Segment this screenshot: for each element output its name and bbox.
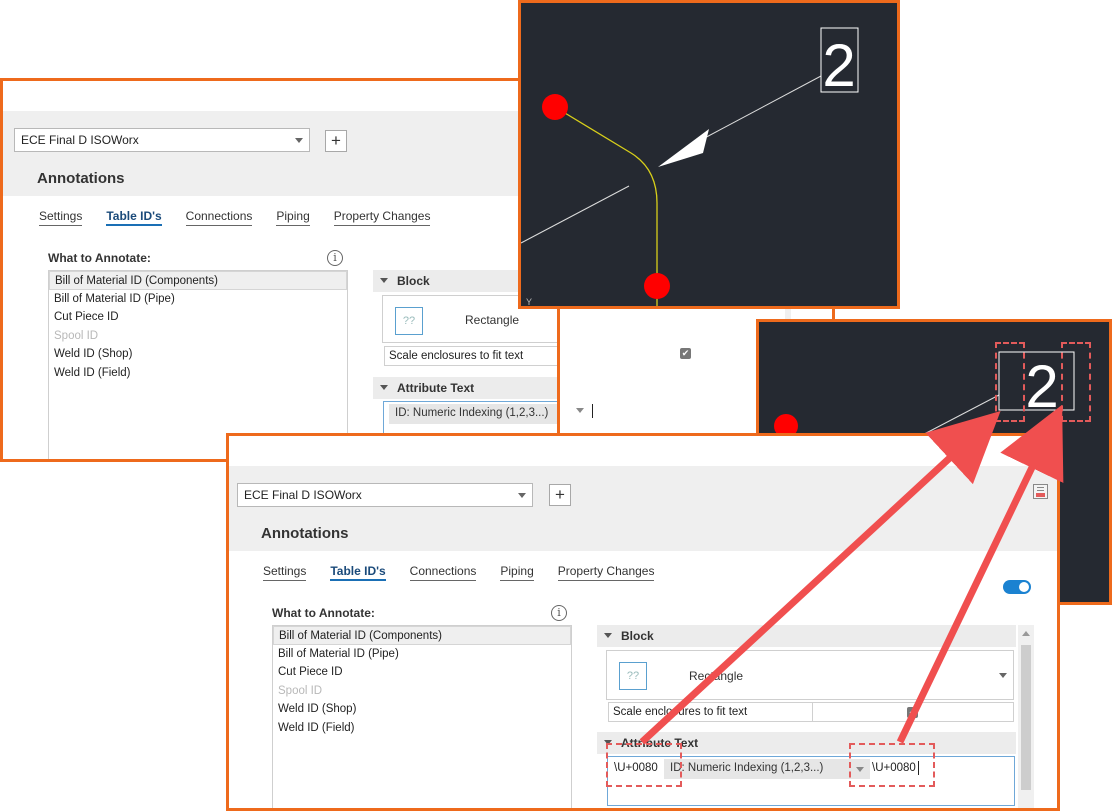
arrow-to-suffix-space xyxy=(896,404,1064,744)
arrow-to-prefix-space xyxy=(639,411,1001,745)
callout-arrows xyxy=(639,404,1064,745)
